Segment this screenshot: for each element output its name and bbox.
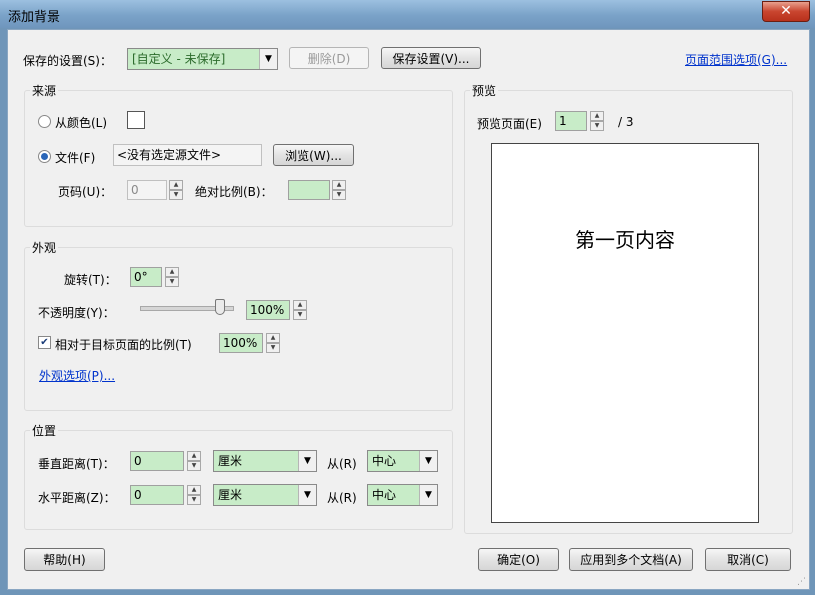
down-arrow-icon[interactable]: ▼ [266,343,280,353]
absolute-scale-stepper[interactable]: ▲ ▼ [332,180,346,200]
preview-page-stepper[interactable]: ▲ ▼ [590,111,604,131]
horizontal-distance-label: 水平距离(Z)： [38,491,116,505]
vertical-distance-label: 垂直距离(T)： [38,457,115,471]
source-file-field[interactable]: <没有选定源文件> [113,144,262,166]
chevron-down-icon: ▼ [298,485,316,505]
horizontal-from-value: 中心 [372,488,397,502]
chevron-down-icon: ▼ [259,49,277,69]
relative-scale-label: 相对于目标页面的比例(T) [55,338,192,352]
page-number-field[interactable]: 0 [127,180,167,200]
opacity-label: 不透明度(Y)： [38,306,115,320]
rotation-label: 旋转(T)： [64,273,117,287]
chevron-down-icon: ▼ [419,451,437,471]
absolute-scale-label: 绝对比例(B)： [195,185,273,199]
title-bar: 添加背景 ✕ [0,0,815,28]
up-arrow-icon[interactable]: ▲ [169,180,183,190]
horizontal-distance-field[interactable]: 0 [130,485,184,505]
rotation-field[interactable]: 0° [130,267,162,287]
delete-button[interactable]: 删除(D) [289,47,369,69]
page-number-label: 页码(U)： [58,185,113,199]
up-arrow-icon[interactable]: ▲ [187,485,201,495]
chevron-down-icon: ▼ [419,485,437,505]
appearance-group-title: 外观 [30,239,59,256]
down-arrow-icon[interactable]: ▼ [165,277,179,287]
vertical-distance-stepper[interactable]: ▲ ▼ [187,451,201,471]
vertical-from-value: 中心 [372,454,397,468]
down-arrow-icon[interactable]: ▼ [332,190,346,200]
opacity-slider-thumb[interactable] [215,299,225,315]
down-arrow-icon[interactable]: ▼ [187,495,201,505]
down-arrow-icon[interactable]: ▼ [169,190,183,200]
vertical-from-dropdown[interactable]: 中心 ▼ [367,450,438,472]
preview-page-total: / 3 [618,115,634,129]
opacity-stepper[interactable]: ▲ ▼ [293,300,307,320]
source-group-title: 来源 [30,82,59,99]
page-number-stepper[interactable]: ▲ ▼ [169,180,183,200]
dialog-body: 保存的设置(S)： [自定义 - 未保存] ▼ 删除(D) 保存设置(V)...… [7,29,810,590]
saved-settings-dropdown[interactable]: [自定义 - 未保存] ▼ [127,48,278,70]
file-label: 文件(F) [55,151,96,165]
horizontal-from-label: 从(R) [327,491,357,505]
up-arrow-icon[interactable]: ▲ [293,300,307,310]
rotation-stepper[interactable]: ▲ ▼ [165,267,179,287]
apply-multiple-documents-button[interactable]: 应用到多个文档(A) [569,548,693,571]
down-arrow-icon[interactable]: ▼ [187,461,201,471]
ok-button[interactable]: 确定(O) [478,548,559,571]
down-arrow-icon[interactable]: ▼ [590,121,604,131]
relative-scale-stepper[interactable]: ▲ ▼ [266,333,280,353]
close-button[interactable]: ✕ [762,1,810,22]
appearance-options-link[interactable]: 外观选项(P)... [39,367,115,384]
preview-group-title: 预览 [470,82,499,99]
vertical-unit-dropdown[interactable]: 厘米 ▼ [213,450,317,472]
saved-settings-value: [自定义 - 未保存] [132,52,226,66]
up-arrow-icon[interactable]: ▲ [165,267,179,277]
color-swatch[interactable] [127,111,145,129]
preview-page-label: 预览页面(E) [477,117,542,131]
position-group [24,430,453,530]
window-title: 添加背景 [8,10,61,25]
help-button[interactable]: 帮助(H) [24,548,105,571]
vertical-from-label: 从(R) [327,457,357,471]
relative-scale-field[interactable]: 100% [219,333,263,353]
browse-button[interactable]: 浏览(W)... [273,144,354,166]
preview-page-content: 第一页内容 [575,228,675,252]
preview-page-field[interactable]: 1 [555,111,587,131]
position-group-title: 位置 [30,422,59,439]
up-arrow-icon[interactable]: ▲ [187,451,201,461]
down-arrow-icon[interactable]: ▼ [293,310,307,320]
resize-grip-icon[interactable]: ⋰ [797,577,807,587]
preview-page-canvas: 第一页内容 [491,143,759,523]
horizontal-unit-dropdown[interactable]: 厘米 ▼ [213,484,317,506]
horizontal-unit-value: 厘米 [218,488,243,502]
up-arrow-icon[interactable]: ▲ [332,180,346,190]
vertical-unit-value: 厘米 [218,454,243,468]
horizontal-distance-stepper[interactable]: ▲ ▼ [187,485,201,505]
horizontal-from-dropdown[interactable]: 中心 ▼ [367,484,438,506]
cancel-button[interactable]: 取消(C) [705,548,791,571]
absolute-scale-field[interactable] [288,180,330,200]
save-settings-button[interactable]: 保存设置(V)... [381,47,481,69]
vertical-distance-field[interactable]: 0 [130,451,184,471]
opacity-field[interactable]: 100% [246,300,290,320]
page-range-options-link[interactable]: 页面范围选项(G)... [685,51,787,68]
from-color-radio[interactable] [38,115,51,128]
chevron-down-icon: ▼ [298,451,316,471]
saved-settings-label: 保存的设置(S)： [23,54,112,68]
relative-scale-checkbox[interactable]: ✔ [38,336,51,349]
up-arrow-icon[interactable]: ▲ [266,333,280,343]
file-radio[interactable] [38,150,51,163]
up-arrow-icon[interactable]: ▲ [590,111,604,121]
from-color-label: 从颜色(L) [55,116,108,130]
